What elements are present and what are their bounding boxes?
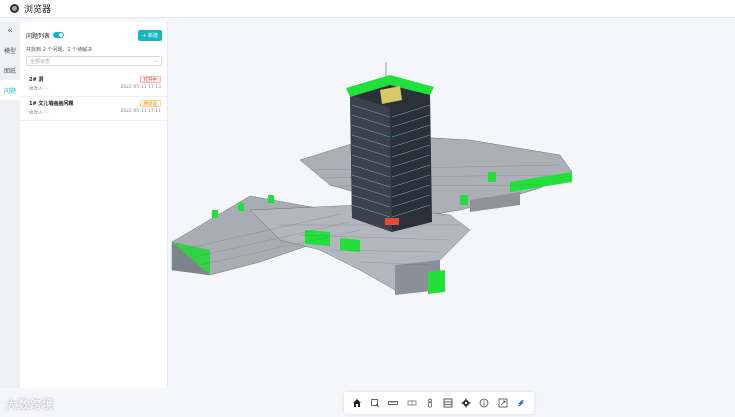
- issue-list: 2# 洞 打开中 修改人 - - 2022-05-11 17:13 1# 文儿墙…: [20, 73, 167, 121]
- info-icon[interactable]: [477, 396, 491, 410]
- title-bar: 浏览器: [0, 0, 735, 18]
- collapse-panel-button[interactable]: «: [0, 22, 20, 40]
- issue-list-toggle[interactable]: [53, 32, 65, 38]
- logo-icon[interactable]: [514, 396, 528, 410]
- issue-name: 2# 洞: [29, 77, 44, 83]
- tab-drawings[interactable]: 图纸: [0, 60, 20, 80]
- tab-model[interactable]: 模型: [0, 40, 20, 60]
- new-issue-button[interactable]: + 新建: [138, 29, 162, 41]
- model-viewport[interactable]: [168, 22, 735, 417]
- box-select-icon[interactable]: [368, 396, 382, 410]
- window-title: 浏览器: [24, 5, 52, 15]
- issue-summary: 共找到 2 个问题，2 个待解决: [26, 47, 93, 53]
- issue-date: 2022-05-11 17:11: [120, 109, 161, 114]
- chevron-down-icon: ⌄: [153, 58, 158, 64]
- measure-icon[interactable]: [386, 396, 400, 410]
- section-icon[interactable]: [405, 396, 419, 410]
- settings-icon[interactable]: [459, 396, 473, 410]
- fullscreen-icon[interactable]: [496, 396, 510, 410]
- status-badge: 待验证: [139, 100, 161, 107]
- watermark: 大数跨境: [6, 398, 54, 411]
- issue-date: 2022-05-11 17:13: [120, 85, 161, 90]
- panel-header: 问题列表 + 新建: [20, 22, 167, 42]
- person-icon[interactable]: [423, 396, 437, 410]
- home-icon[interactable]: [350, 396, 364, 410]
- issue-name: 1# 文儿墙画画问题: [29, 101, 74, 107]
- side-tab-bar: « 模型 图纸 问题: [0, 22, 20, 388]
- list-item[interactable]: 2# 洞 打开中 修改人 - - 2022-05-11 17:13: [20, 73, 167, 97]
- tower-model: [346, 62, 434, 232]
- tab-issues[interactable]: 问题: [0, 80, 20, 100]
- issue-owner: 修改人 - -: [29, 111, 49, 116]
- viewer-toolbar: [344, 392, 534, 414]
- status-filter-placeholder: 全部状态: [30, 58, 51, 65]
- status-badge: 打开中: [139, 76, 161, 83]
- panel-title: 问题列表: [26, 32, 51, 40]
- list-item[interactable]: 1# 文儿墙画画问题 待验证 修改人 - - 2022-05-11 17:11: [20, 97, 167, 121]
- issue-owner: 修改人 - -: [29, 87, 49, 92]
- layers-icon[interactable]: [441, 396, 455, 410]
- status-filter-select[interactable]: 全部状态 ⌄: [26, 56, 162, 66]
- issue-panel: 问题列表 + 新建 共找到 2 个问题，2 个待解决 全部状态 ⌄ 2# 洞 打…: [20, 22, 168, 388]
- app-icon: [10, 4, 19, 13]
